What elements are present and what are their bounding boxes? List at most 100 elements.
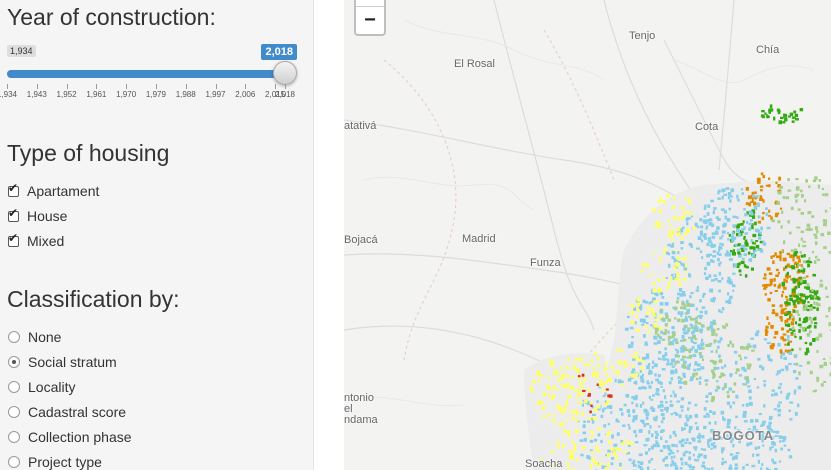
housing-point (633, 381, 638, 384)
housing-point (716, 328, 720, 331)
housing-point (795, 118, 799, 121)
housing-point (532, 381, 536, 384)
housing-point (734, 360, 738, 365)
housing-point (797, 269, 801, 272)
housing-point (746, 220, 749, 225)
housing-point (787, 178, 790, 182)
place-label-soacha: Soacha (525, 458, 563, 470)
slider-track[interactable] (7, 70, 285, 78)
housing-point (768, 108, 771, 113)
classification-option-collection-phase[interactable]: Collection phase (8, 428, 132, 446)
housing-point (577, 401, 580, 404)
classification-option-project-type[interactable]: Project type (8, 453, 102, 470)
housing-point (576, 370, 580, 374)
housing-point (732, 224, 737, 227)
slider-handle[interactable] (273, 61, 297, 85)
housing-point (639, 318, 644, 323)
housing-point (735, 415, 738, 419)
housing-option-apartament[interactable]: ✔ Apartament (8, 182, 99, 200)
housing-point (720, 208, 725, 211)
radio-button[interactable] (8, 381, 20, 393)
housing-point (576, 457, 579, 462)
housing-point (728, 258, 733, 261)
housing-point (688, 363, 691, 367)
classification-option-locality[interactable]: Locality (8, 378, 75, 396)
apartament-checkbox[interactable]: ✔ (8, 182, 19, 197)
map-view[interactable]: − Tenjo Chía El Rosal Cota atativá Bojac… (344, 0, 831, 470)
housing-point (793, 110, 797, 114)
housing-point (684, 441, 688, 444)
housing-point (749, 419, 754, 423)
classification-option-cadastral-score[interactable]: Cadastral score (8, 403, 126, 421)
housing-point (791, 292, 795, 295)
check-icon: ✔ (8, 230, 19, 245)
housing-point (571, 413, 575, 416)
slider-tick (215, 84, 217, 89)
slider-tick (245, 84, 247, 89)
sidebar-panel: Year of construction: 1,934 2,018 1,9341… (0, 0, 314, 470)
housing-point (708, 239, 712, 243)
housing-point (744, 232, 748, 235)
radio-button[interactable] (8, 331, 20, 343)
housing-point (723, 222, 727, 226)
year-range-slider[interactable]: 1,934 2,018 1,934 1,943 1,952 1,961 1,970 1,9… (0, 42, 297, 102)
housing-point (699, 218, 703, 222)
housing-point (580, 386, 584, 389)
housing-point (698, 453, 702, 456)
housing-point (784, 343, 787, 346)
radio-button[interactable] (8, 406, 20, 418)
radio-button[interactable] (8, 456, 20, 468)
zoom-out-button[interactable]: − (356, 6, 384, 34)
housing-point (586, 455, 590, 459)
housing-point (646, 306, 651, 310)
house-checkbox[interactable]: ✔ (8, 207, 19, 222)
housing-point (671, 443, 675, 447)
housing-point (778, 401, 782, 404)
housing-point (807, 305, 812, 308)
mixed-checkbox[interactable]: ✔ (8, 232, 19, 247)
housing-option-house[interactable]: ✔ House (8, 207, 67, 225)
housing-point (710, 350, 714, 353)
housing-point (560, 366, 563, 370)
housing-point (687, 200, 690, 204)
housing-point (736, 228, 740, 232)
housing-point (827, 231, 831, 235)
housing-point (651, 208, 656, 212)
housing-point (810, 297, 814, 300)
housing-point (751, 226, 754, 230)
housing-point (699, 230, 703, 235)
housing-point (646, 466, 650, 470)
housing-point (653, 324, 657, 328)
housing-point (776, 108, 780, 112)
housing-point (802, 280, 807, 284)
housing-point (703, 272, 707, 275)
radio-button-selected[interactable] (8, 356, 20, 368)
housing-point (689, 295, 692, 299)
housing-point (648, 395, 651, 399)
housing-point (783, 240, 786, 245)
housing-point (754, 249, 757, 252)
housing-option-mixed[interactable]: ✔ Mixed (8, 232, 64, 250)
housing-point (775, 255, 780, 259)
housing-point (708, 218, 713, 222)
housing-point (721, 450, 724, 454)
classification-option-none[interactable]: None (8, 328, 61, 346)
housing-point (681, 256, 685, 260)
housing-point (629, 326, 634, 330)
housing-point (742, 220, 745, 224)
housing-point (600, 414, 604, 418)
housing-point (684, 263, 688, 268)
housing-point (710, 199, 714, 203)
housing-point (660, 420, 664, 424)
radio-button[interactable] (8, 431, 20, 443)
housing-point (698, 352, 702, 356)
housing-point (790, 321, 795, 326)
housing-point (625, 394, 630, 398)
housing-point (748, 363, 752, 367)
housing-point (774, 290, 778, 292)
housing-point (715, 380, 719, 383)
housing-point (670, 276, 673, 281)
housing-point (681, 461, 684, 466)
classification-option-social-stratum[interactable]: Social stratum (8, 353, 117, 371)
housing-point (571, 385, 574, 390)
